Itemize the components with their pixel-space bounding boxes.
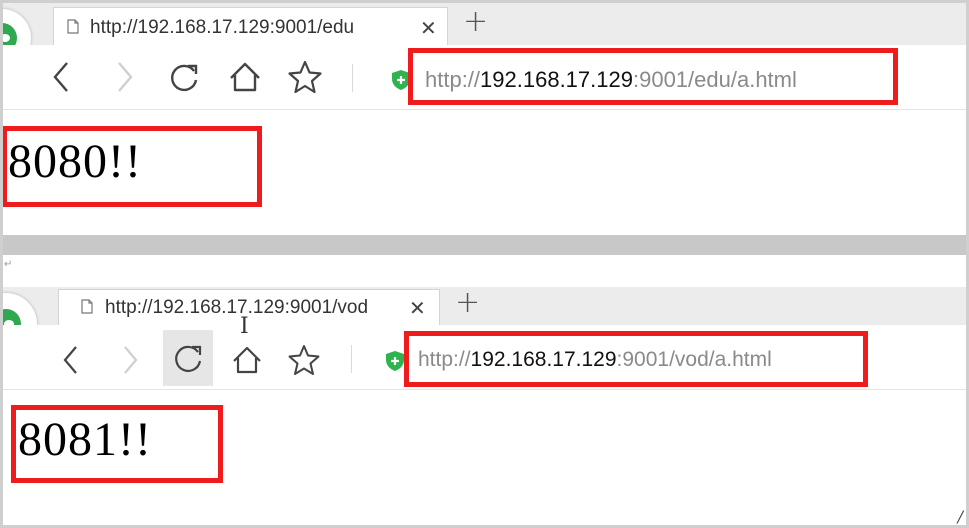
shield-icon — [392, 70, 410, 90]
page-icon — [81, 299, 93, 314]
screenshot: http://192.168.17.129:9001/edu ✕ + http:… — [0, 0, 969, 528]
text-cursor-icon: I — [240, 314, 249, 339]
refresh-button[interactable] — [161, 54, 207, 100]
close-icon[interactable]: ✕ — [420, 16, 437, 40]
tab-active[interactable]: http://192.168.17.129:9001/vod ✕ — [58, 289, 440, 325]
address-bar[interactable]: http://192.168.17.129:9001/vod/a.html — [418, 348, 772, 372]
address-host: 192.168.17.129 — [480, 67, 633, 92]
favorites-button[interactable] — [282, 54, 328, 100]
browser-window-bottom: http://192.168.17.129:9001/vod ✕ + http:… — [3, 287, 966, 525]
browser-window-top: http://192.168.17.129:9001/edu ✕ + http:… — [3, 3, 966, 235]
plus-icon[interactable]: + — [463, 4, 488, 39]
forward-arrow-icon — [118, 62, 133, 92]
plus-icon[interactable]: + — [455, 287, 480, 320]
back-arrow-icon — [63, 346, 77, 374]
tab-strip: http://192.168.17.129:9001/edu ✕ + — [3, 3, 966, 67]
back-button[interactable] — [48, 337, 94, 383]
corner-mark: / — [957, 507, 963, 526]
forward-arrow-icon — [124, 346, 138, 374]
toolbar-separator — [351, 345, 352, 373]
address-scheme: http:// — [418, 348, 471, 371]
address-host: 192.168.17.129 — [470, 348, 617, 371]
tab-strip: http://192.168.17.129:9001/vod ✕ + — [3, 287, 966, 355]
address-scheme: http:// — [425, 67, 481, 92]
forward-button[interactable] — [101, 54, 147, 100]
address-bar[interactable]: http://192.168.17.129:9001/edu/a.html — [425, 67, 797, 93]
refresh-icon — [171, 64, 198, 92]
close-icon[interactable]: ✕ — [409, 296, 426, 320]
back-arrow-icon — [53, 62, 68, 92]
refresh-icon — [175, 345, 202, 372]
tab-title: http://192.168.17.129:9001/vod — [105, 297, 369, 318]
shield-icon — [386, 351, 404, 371]
page-content-text: 8081!! — [18, 413, 152, 466]
toolbar: http://192.168.17.129:9001/edu/a.html — [3, 45, 966, 110]
toolbar-separator — [352, 64, 353, 92]
tab-active[interactable]: http://192.168.17.129:9001/edu ✕ — [53, 7, 448, 45]
home-icon — [233, 346, 261, 374]
divider: ↵ — [0, 235, 969, 287]
home-icon — [230, 62, 260, 92]
page-content-text: 8080!! — [8, 135, 142, 188]
favorites-button[interactable] — [281, 337, 327, 383]
home-button[interactable] — [224, 337, 270, 383]
divider-band — [0, 235, 969, 255]
home-button[interactable] — [222, 54, 268, 100]
tab-title: http://192.168.17.129:9001/edu — [90, 17, 355, 38]
star-icon — [288, 345, 320, 375]
star-icon — [288, 60, 322, 94]
forward-button[interactable] — [107, 337, 153, 383]
back-button[interactable] — [39, 54, 85, 100]
page-icon — [67, 19, 79, 34]
paragraph-mark: ↵ — [4, 259, 13, 270]
address-path: :9001/vod/a.html — [616, 348, 772, 371]
toolbar: http://192.168.17.129:9001/vod/a.html — [3, 325, 966, 390]
address-path: :9001/edu/a.html — [632, 67, 797, 92]
refresh-button[interactable] — [163, 330, 213, 386]
